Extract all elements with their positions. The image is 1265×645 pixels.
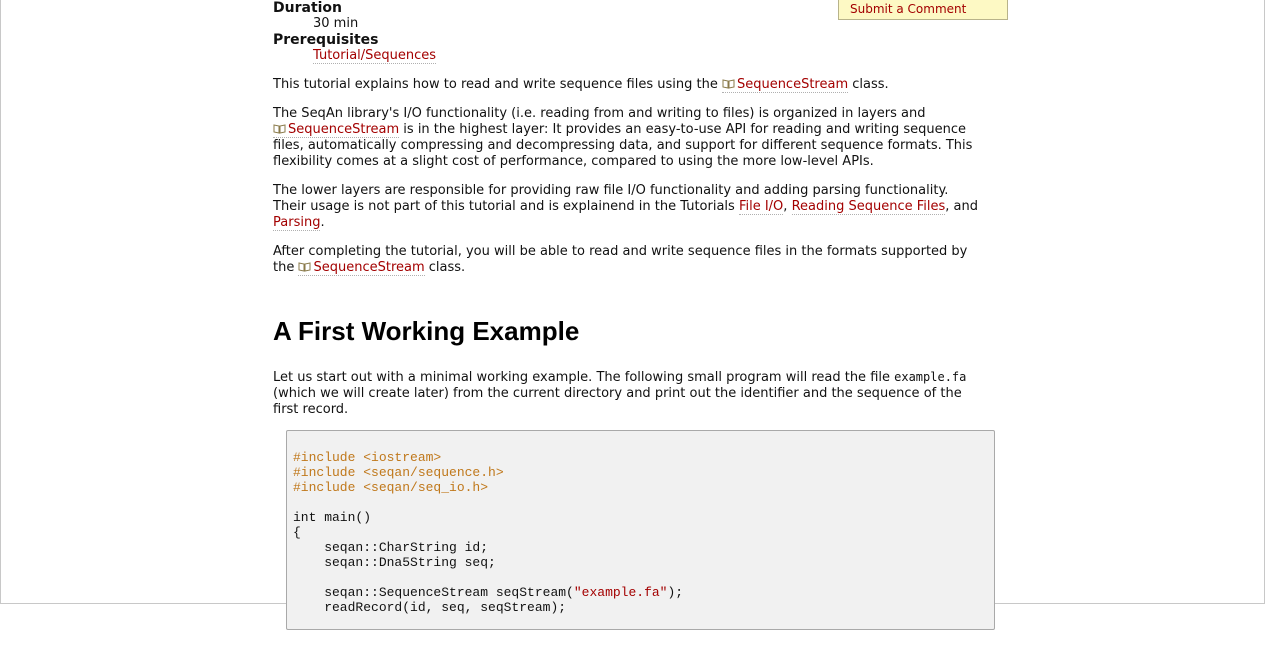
code-line: seqan::CharString id;: [293, 540, 489, 555]
code-line: #include <seqan/seq_io.h>: [293, 480, 489, 495]
code-line: #include <iostream>: [293, 450, 442, 465]
prerequisites-value: Tutorial/Sequences: [313, 48, 437, 64]
code-line: #include <seqan/sequence.h>: [293, 465, 504, 480]
intro-paragraph-1: This tutorial explains how to read and w…: [273, 77, 889, 93]
code-block: #include <iostream> #include <seqan/seque…: [286, 430, 995, 630]
code-line: {: [293, 525, 301, 540]
section-heading: A First Working Example: [273, 316, 580, 346]
sequencestream-link[interactable]: SequenceStream: [721, 77, 849, 93]
code-line: seqan::Dna5String seq;: [293, 555, 496, 570]
intro-paragraph-3: The lower layers are responsible for pro…: [273, 183, 978, 231]
book-icon: [722, 78, 735, 89]
sequencestream-link[interactable]: SequenceStream: [273, 122, 400, 138]
file-io-link[interactable]: File I/O: [738, 199, 784, 215]
section-paragraph: Let us start out with a minimal working …: [273, 370, 967, 417]
sequencestream-link[interactable]: SequenceStream: [298, 260, 425, 276]
intro-paragraph-4: After completing the tutorial, you will …: [273, 244, 968, 276]
prerequisites-label: Prerequisites: [273, 32, 379, 48]
prerequisite-link-sequences[interactable]: Tutorial/Sequences: [313, 48, 437, 64]
code-line: int main(): [293, 510, 372, 525]
duration-label: Duration: [273, 0, 343, 16]
parsing-link[interactable]: Parsing: [273, 215, 321, 231]
filename-code: example.fa: [894, 370, 967, 384]
submit-comment-link[interactable]: Submit a Comment: [850, 2, 966, 16]
intro-paragraph-2: The SeqAn library's I/O functionality (i…: [273, 106, 973, 169]
reading-sequence-files-link[interactable]: Reading Sequence Files: [791, 199, 946, 215]
code-line: seqan::SequenceStream seqStream("example…: [293, 585, 684, 600]
book-icon: [273, 123, 286, 134]
meta-list: Duration 30 min Prerequisites Tutorial/S…: [273, 0, 437, 64]
submit-comment-box: Submit a Comment: [838, 0, 1008, 20]
book-icon: [298, 261, 311, 272]
code-line: readRecord(id, seq, seqStream);: [293, 600, 567, 615]
duration-value: 30 min: [313, 16, 359, 31]
